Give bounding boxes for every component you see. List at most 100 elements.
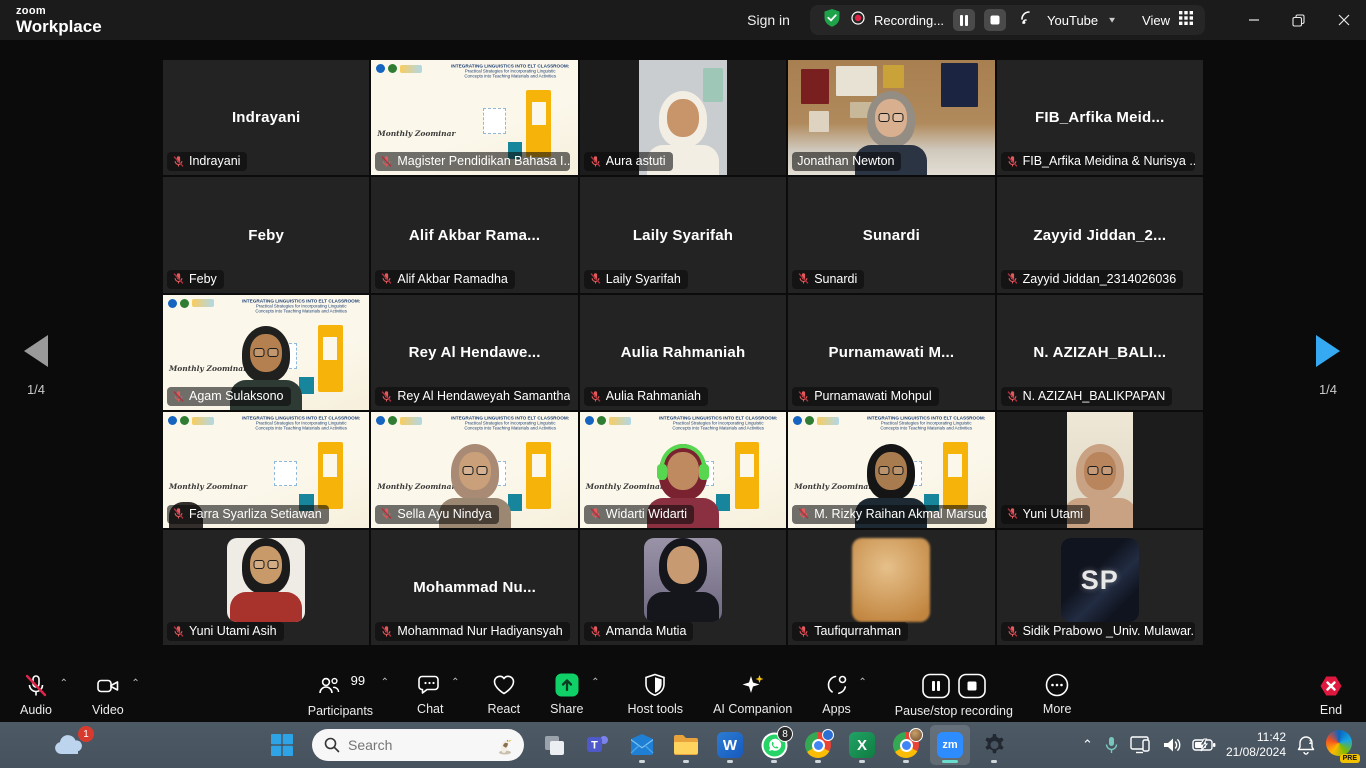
chrome-icon-2[interactable] (886, 725, 926, 765)
participant-tile[interactable]: Indrayani Indrayani (163, 60, 369, 175)
youtube-stream-label[interactable]: YouTube (1047, 13, 1098, 28)
audio-button[interactable]: ⌃ Audio (20, 666, 52, 717)
excel-app-icon[interactable]: X (842, 725, 882, 765)
security-shield-icon[interactable] (822, 8, 842, 33)
stop-recording-icon (957, 673, 987, 699)
apps-button[interactable]: ⌃ Apps (822, 665, 851, 716)
taskbar-clock[interactable]: 11:42 21/08/2024 (1226, 730, 1286, 760)
task-view-button[interactable] (534, 725, 574, 765)
participant-tile[interactable]: Zayyid Jiddan_2... Zayyid Jiddan_2314026… (997, 177, 1203, 292)
muted-mic-icon (172, 390, 185, 403)
pause-stop-recording-button[interactable]: Pause/stop recording (895, 665, 1013, 718)
video-options-chevron-icon[interactable]: ⌃ (131, 678, 139, 689)
zoom-app-icon[interactable]: zm (930, 725, 970, 765)
participant-tile[interactable]: Rey Al Hendawe... Rey Al Hendaweyah Sama… (371, 295, 577, 410)
end-meeting-button[interactable]: End (1318, 666, 1344, 717)
chat-options-chevron-icon[interactable]: ⌃ (451, 677, 459, 688)
host-tools-button[interactable]: Host tools (627, 665, 683, 716)
participant-tile[interactable]: Aulia Rahmaniah Aulia Rahmaniah (580, 295, 786, 410)
participant-tile[interactable]: Amanda Mutia (580, 530, 786, 645)
chrome-icon[interactable] (798, 725, 838, 765)
participant-tile[interactable]: INTEGRATING LINGUISTICS INTO ELT CLASSRO… (580, 412, 786, 527)
participant-tile[interactable]: Taufiqurrahman (788, 530, 994, 645)
tray-battery-icon[interactable] (1192, 738, 1216, 752)
taskbar-search[interactable] (312, 729, 524, 761)
participant-name-label: Yuni Utami Asih (167, 622, 284, 641)
participant-tile[interactable]: Purnamawati M... Purnamawati Mohpul (788, 295, 994, 410)
more-button[interactable]: More (1043, 665, 1071, 716)
close-button[interactable] (1321, 0, 1366, 40)
audio-options-chevron-icon[interactable]: ⌃ (60, 678, 68, 689)
participant-tile[interactable]: Yuni Utami (997, 412, 1203, 527)
slide-outline-shape (483, 108, 506, 133)
muted-mic-icon (589, 625, 602, 638)
ai-companion-button[interactable]: AI Companion (713, 665, 792, 716)
participant-tile[interactable]: Laily Syarifah Laily Syarifah (580, 177, 786, 292)
react-button[interactable]: React (487, 665, 520, 716)
participant-tile[interactable]: Feby Feby (163, 177, 369, 292)
notification-bell-icon[interactable]: z (1296, 735, 1316, 755)
teams-app-icon[interactable]: T (578, 725, 618, 765)
participant-tile[interactable]: INTEGRATING LINGUISTICS INTO ELT CLASSRO… (163, 295, 369, 410)
start-button[interactable] (262, 725, 302, 765)
minimize-button[interactable] (1231, 0, 1276, 40)
slide-logo-strip (400, 65, 422, 73)
participants-options-chevron-icon[interactable]: ⌃ (381, 677, 389, 688)
participant-tile[interactable]: Yuni Utami Asih (163, 530, 369, 645)
pause-recording-button[interactable] (953, 9, 975, 31)
next-page-button[interactable]: 1/4 (1298, 335, 1358, 397)
participant-tile[interactable]: SP Sidik Prabowo _Univ. Mulawar... (997, 530, 1203, 645)
settings-gear-icon[interactable] (974, 725, 1014, 765)
muted-mic-icon (1006, 390, 1019, 403)
participant-name-label: Sunardi (792, 270, 864, 289)
search-input[interactable] (348, 737, 478, 753)
share-options-chevron-icon[interactable]: ⌃ (591, 677, 599, 688)
muted-mic-icon (1006, 507, 1019, 520)
previous-page-button[interactable]: 1/4 (6, 335, 66, 397)
chrome-profile-badge (822, 729, 834, 741)
mail-app-icon[interactable] (622, 725, 662, 765)
university-logo-icon (793, 416, 802, 425)
previous-page-arrow-icon[interactable] (24, 335, 48, 367)
copilot-icon[interactable]: PRE (1326, 730, 1356, 760)
file-explorer-icon[interactable] (666, 725, 706, 765)
youtube-chevron-icon[interactable]: ▼ (1107, 16, 1117, 25)
restore-button[interactable] (1276, 0, 1321, 40)
slide-subtitle-2: Concepts into Teaching Materials and Act… (652, 426, 784, 431)
participant-name-label: Indrayani (167, 152, 247, 171)
muted-mic-icon (380, 272, 393, 285)
muted-mic-icon (172, 507, 185, 520)
tray-expand-chevron-icon[interactable]: ⌃ (1082, 737, 1093, 753)
participant-tile[interactable]: INTEGRATING LINGUISTICS INTO ELT CLASSRO… (371, 412, 577, 527)
participant-tile[interactable]: Mohammad Nu... Mohammad Nur Hadiyansyah (371, 530, 577, 645)
participant-tile[interactable]: Aura astuti (580, 60, 786, 175)
participant-tile[interactable]: INTEGRATING LINGUISTICS INTO ELT CLASSRO… (788, 412, 994, 527)
muted-mic-icon (1006, 625, 1019, 638)
participant-tile[interactable]: Sunardi Sunardi (788, 177, 994, 292)
profile-photo (227, 538, 305, 622)
participants-button[interactable]: ⌃ 99 Participants (308, 665, 373, 718)
sign-in-button[interactable]: Sign in (747, 12, 790, 28)
participant-tile[interactable]: INTEGRATING LINGUISTICS INTO ELT CLASSRO… (371, 60, 577, 175)
participant-tile[interactable]: Jonathan Newton (788, 60, 994, 175)
weather-widget[interactable]: 1 (52, 733, 86, 757)
apps-options-chevron-icon[interactable]: ⌃ (858, 677, 866, 688)
next-page-arrow-icon[interactable] (1316, 335, 1340, 367)
tray-microphone-icon[interactable] (1103, 736, 1120, 754)
video-button[interactable]: ⌃ Video (92, 666, 124, 717)
view-button[interactable]: View (1142, 13, 1170, 28)
view-grid-icon[interactable] (1179, 11, 1193, 30)
participant-tile[interactable]: N. AZIZAH_BALI... N. AZIZAH_BALIKPAPAN (997, 295, 1203, 410)
participant-name-text: Sidik Prabowo _Univ. Mulawar... (1023, 624, 1195, 638)
stop-recording-button[interactable] (984, 9, 1006, 31)
tray-volume-icon[interactable] (1162, 736, 1182, 754)
chat-button[interactable]: ⌃ Chat (417, 665, 443, 716)
tray-cast-icon[interactable] (1130, 736, 1152, 754)
participant-tile[interactable]: INTEGRATING LINGUISTICS INTO ELT CLASSRO… (163, 412, 369, 527)
participant-tile[interactable]: Alif Akbar Rama... Alif Akbar Ramadha (371, 177, 577, 292)
share-button[interactable]: ⌃ Share (550, 665, 583, 716)
participant-tile[interactable]: FIB_Arfika Meid... FIB_Arfika Meidina & … (997, 60, 1203, 175)
word-app-icon[interactable]: W (710, 725, 750, 765)
slide-outline-shape (274, 461, 297, 486)
whatsapp-icon[interactable]: 8 (754, 725, 794, 765)
